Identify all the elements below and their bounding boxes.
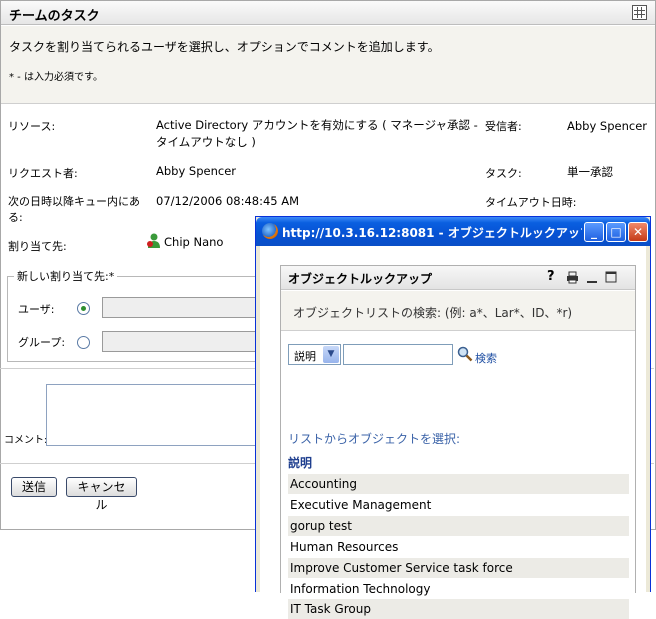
recipient-label: 受信者: — [485, 120, 522, 133]
user-input[interactable] — [102, 297, 277, 318]
user-radio[interactable] — [77, 302, 90, 315]
group-radio[interactable] — [77, 336, 90, 349]
resource-value-line2: タイムアウトなし ) — [156, 135, 256, 149]
user-label: ユーザ: — [18, 303, 55, 316]
comment-textarea[interactable] — [46, 384, 276, 446]
queue-label-line2: る: — [8, 211, 23, 224]
list-item[interactable]: Executive Management — [288, 495, 629, 515]
requester-label: リクエスト者: — [8, 167, 78, 180]
task-value: 単一承認 — [567, 165, 613, 179]
intro-text: タスクを割り当てられるユーザを選択し、オプションでコメントを追加します。 — [9, 40, 440, 54]
group-label: グループ: — [18, 336, 66, 349]
list-item[interactable]: IT Task Group — [288, 599, 629, 619]
recipient-value: Abby Spencer — [567, 119, 648, 133]
search-field-select[interactable]: 説明 ▼ — [288, 344, 341, 365]
select-value: 説明 — [294, 350, 316, 363]
group-input[interactable] — [102, 331, 277, 352]
list-item[interactable]: Human Resources — [288, 537, 629, 557]
search-icon[interactable] — [457, 346, 473, 362]
column-header[interactable]: 説明 — [288, 454, 312, 471]
queue-value: 07/12/2006 08:48:45 AM — [156, 194, 300, 208]
list-item[interactable]: Improve Customer Service task force — [288, 558, 629, 578]
required-note: * - は入力必須です。 — [9, 72, 103, 83]
new-assignee-legend: 新しい割り当て先:* — [14, 268, 118, 284]
search-link[interactable]: 検索 — [475, 350, 497, 366]
search-hint: オブジェクトリストの検索: (例: a*、Lar*、ID、*r) — [293, 306, 573, 320]
object-lookup-window: http://10.3.16.12:8081 - オブジェクトルックアップ...… — [255, 216, 651, 619]
search-hint-area: オブジェクトリストの検索: (例: a*、Lar*、ID、*r) — [281, 291, 635, 331]
window-title: http://10.3.16.12:8081 - オブジェクトルックアップ... — [282, 226, 582, 240]
assigned-label: 割り当て先: — [8, 240, 67, 253]
submit-button[interactable]: 送信 — [11, 477, 57, 497]
minimize-icon[interactable]: _ — [584, 222, 604, 242]
list-item[interactable]: Accounting — [288, 474, 629, 494]
requester-value: Abby Spencer — [156, 164, 237, 178]
lookup-panel: オブジェクトルックアップ ? オブジェクトリストの検索: (例: a*、Lar*… — [280, 265, 636, 619]
maximize-icon[interactable]: □ — [606, 222, 626, 242]
user-icon — [147, 233, 160, 248]
cancel-button[interactable]: キャンセル — [66, 477, 137, 512]
chevron-down-icon[interactable]: ▼ — [323, 346, 339, 363]
resource-label: リソース: — [8, 120, 56, 133]
help-icon[interactable]: ? — [547, 269, 555, 284]
resource-value-line1: Active Directory アカウントを有効にする ( マネージャ承認 - — [156, 118, 478, 132]
intro-section: タスクを割り当てられるユーザを選択し、オプションでコメントを追加します。 * -… — [1, 26, 655, 104]
pick-object-label: リストからオブジェクトを選択: — [288, 432, 461, 446]
window-titlebar[interactable]: http://10.3.16.12:8081 - オブジェクトルックアップ...… — [256, 217, 650, 246]
maximize-icon[interactable] — [605, 271, 617, 283]
print-icon[interactable] — [566, 271, 579, 284]
list-item[interactable]: Information Technology — [288, 579, 629, 599]
minimize-icon[interactable] — [586, 271, 598, 284]
search-input[interactable] — [343, 344, 453, 365]
browser-icon — [262, 223, 278, 239]
assigned-value: Chip Nano — [164, 235, 224, 249]
panel-title: チームのタスク — [9, 9, 100, 24]
close-icon[interactable]: ✕ — [628, 222, 648, 242]
queue-label-line1: 次の日時以降キュー内にあ — [8, 195, 140, 208]
window-content: オブジェクトルックアップ ? オブジェクトリストの検索: (例: a*、Lar*… — [260, 246, 646, 619]
timeout-label: タイムアウト日時: — [485, 196, 577, 209]
lookup-title: オブジェクトルックアップ — [288, 272, 433, 286]
panel-header: チームのタスク — [1, 1, 655, 25]
grid-view-icon[interactable] — [632, 5, 647, 20]
list-item[interactable]: gorup test — [288, 516, 629, 536]
lookup-header: オブジェクトルックアップ ? — [281, 266, 635, 290]
task-label: タスク: — [485, 167, 522, 180]
comment-label: コメント: — [4, 435, 48, 446]
